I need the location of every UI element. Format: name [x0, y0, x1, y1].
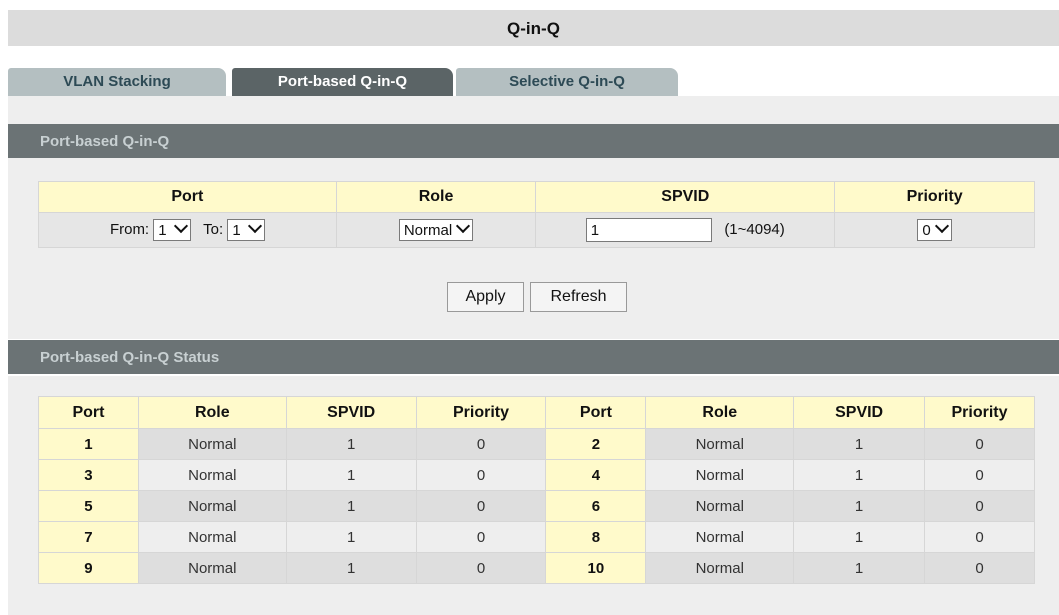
spvid-value: 1 — [285, 428, 417, 460]
to-label: To: — [203, 220, 224, 238]
role-value: Normal — [137, 490, 287, 522]
spvid-value: 1 — [793, 552, 926, 584]
role-value: Normal — [645, 490, 795, 522]
role-value: Normal — [137, 552, 287, 584]
priority-value: 0 — [415, 459, 547, 491]
role-value: Normal — [645, 552, 795, 584]
priority-value: 0 — [922, 222, 931, 239]
status-header-port: Port — [38, 396, 139, 429]
from-label: From: — [109, 220, 150, 238]
status-table: Port Role SPVID Priority Port Role SPVID… — [38, 396, 1035, 584]
port-number: 4 — [545, 459, 647, 491]
tab-port-based-q-in-q[interactable]: Port-based Q-in-Q — [232, 68, 453, 96]
role-value: Normal — [645, 521, 795, 553]
spvid-value: 1 — [285, 459, 417, 491]
priority-value: 0 — [924, 521, 1035, 553]
spvid-value: 1 — [285, 490, 417, 522]
from-port-value: 1 — [158, 222, 167, 239]
role-value: Normal — [137, 428, 287, 460]
spvid-value: 1 — [285, 521, 417, 553]
spvid-value: 1 — [793, 490, 926, 522]
priority-value: 0 — [415, 428, 547, 460]
port-number: 5 — [38, 490, 139, 522]
priority-value: 0 — [924, 552, 1035, 584]
chevron-down-icon — [456, 218, 471, 234]
from-port-select[interactable]: 1 — [153, 218, 191, 241]
port-range-cell: From: 1 To: 1 — [38, 212, 337, 248]
config-header-spvid: SPVID — [535, 181, 836, 213]
port-number: 7 — [38, 521, 139, 553]
spvid-value: 1 — [793, 459, 926, 491]
chevron-down-icon — [173, 218, 188, 234]
tab-vlan-stacking[interactable]: VLAN Stacking — [8, 68, 226, 96]
status-header-priority: Priority — [415, 396, 547, 429]
port-number: 10 — [545, 552, 647, 584]
to-port-select[interactable]: 1 — [227, 218, 265, 241]
priority-value: 0 — [924, 459, 1035, 491]
priority-select[interactable]: 0 — [917, 218, 952, 241]
apply-button[interactable]: Apply — [447, 282, 524, 312]
to-port-value: 1 — [232, 222, 241, 239]
priority-value: 0 — [415, 490, 547, 522]
chevron-down-icon — [247, 218, 262, 234]
status-header-priority: Priority — [924, 396, 1035, 429]
status-header-port: Port — [545, 396, 647, 429]
spvid-value: 1 — [793, 428, 926, 460]
table-row: 5 Normal 1 0 6 Normal 1 0 — [38, 490, 1035, 522]
port-number: 9 — [38, 552, 139, 584]
role-value: Normal — [137, 459, 287, 491]
priority-value: 0 — [415, 552, 547, 584]
role-value: Normal — [645, 459, 795, 491]
table-row: 3 Normal 1 0 4 Normal 1 0 — [38, 459, 1035, 491]
config-table: Port Role SPVID Priority From: 1 To: 1 N… — [38, 181, 1035, 248]
status-header-role: Role — [645, 396, 795, 429]
role-value: Normal — [137, 521, 287, 553]
chevron-down-icon — [934, 218, 949, 234]
priority-cell: 0 — [834, 212, 1035, 248]
table-row: 7 Normal 1 0 8 Normal 1 0 — [38, 521, 1035, 553]
table-row: 9 Normal 1 0 10 Normal 1 0 — [38, 552, 1035, 584]
config-header-port: Port — [38, 181, 337, 213]
spvid-range-hint: (1~4094) — [724, 220, 785, 238]
port-number: 3 — [38, 459, 139, 491]
status-header-role: Role — [137, 396, 287, 429]
port-number: 8 — [545, 521, 647, 553]
spvid-value: 1 — [793, 521, 926, 553]
config-header-role: Role — [335, 181, 537, 213]
role-value: Normal — [645, 428, 795, 460]
config-header-priority: Priority — [834, 181, 1035, 213]
priority-value: 0 — [924, 490, 1035, 522]
table-row: 1 Normal 1 0 2 Normal 1 0 — [38, 428, 1035, 460]
port-number: 6 — [545, 490, 647, 522]
status-header-spvid: SPVID — [285, 396, 417, 429]
tab-selective-q-in-q[interactable]: Selective Q-in-Q — [456, 68, 678, 96]
port-number: 2 — [545, 428, 647, 460]
spvid-input[interactable]: 1 — [585, 218, 712, 242]
page-title: Q-in-Q — [8, 10, 1059, 46]
status-section-header: Port-based Q-in-Q Status — [8, 340, 1059, 374]
spvid-value: 1 — [285, 552, 417, 584]
priority-value: 0 — [415, 521, 547, 553]
refresh-button[interactable]: Refresh — [530, 282, 627, 312]
role-value: Normal — [403, 222, 453, 239]
role-select[interactable]: Normal — [398, 218, 474, 241]
spvid-cell: 1 (1~4094) — [535, 212, 836, 248]
status-header-spvid: SPVID — [793, 396, 926, 429]
priority-value: 0 — [924, 428, 1035, 460]
role-cell: Normal — [335, 212, 537, 248]
config-section-header: Port-based Q-in-Q — [8, 124, 1059, 158]
port-number: 1 — [38, 428, 139, 460]
